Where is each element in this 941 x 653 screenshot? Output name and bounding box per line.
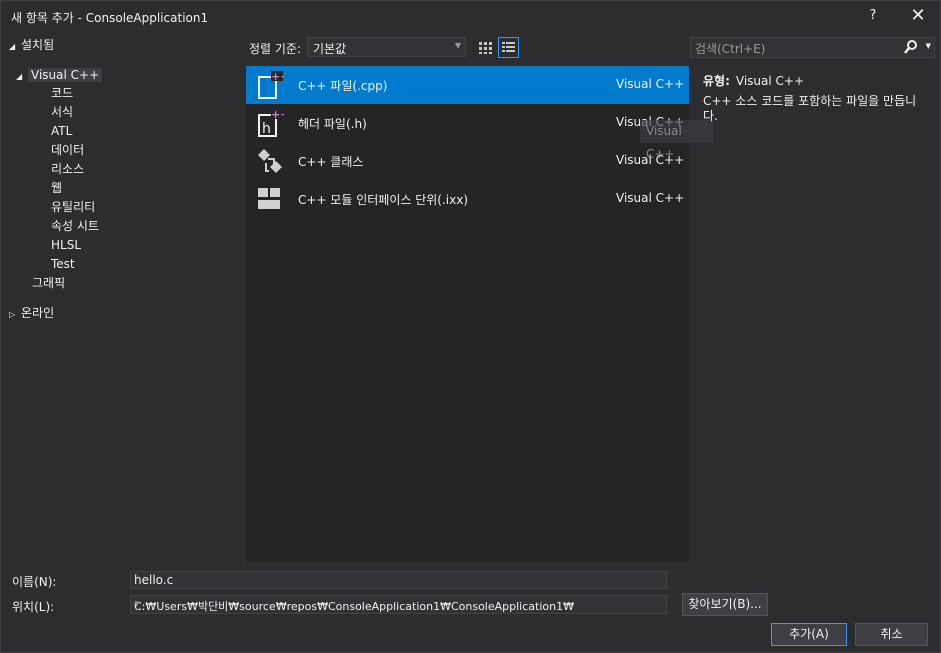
location-field[interactable]: C:₩Users₩박단비₩source₩repos₩ConsoleApplica… [130, 595, 667, 614]
tree-item-test[interactable]: Test [51, 255, 75, 274]
tree-item-code[interactable]: 코드 [51, 84, 73, 103]
tree-item-format[interactable]: 서식 [51, 103, 73, 122]
template-row-module[interactable]: C++ 모듈 인터페이스 단위(.ixx) Visual C++ [246, 180, 689, 218]
sort-dropdown[interactable]: 기본값 ▼ [307, 37, 466, 57]
window-title: 새 항목 추가 - ConsoleApplication1 [11, 11, 209, 25]
search-placeholder: 검색(Ctrl+E) [695, 42, 766, 56]
svg-text:++: ++ [271, 70, 284, 83]
tree-item-label: 온라인 [21, 306, 55, 320]
name-field[interactable]: hello.c [130, 571, 667, 589]
class-icon [256, 146, 284, 176]
tree-item-web[interactable]: 웹 [51, 179, 62, 198]
search-input[interactable]: 검색(Ctrl+E) ▼ [690, 37, 935, 58]
template-language: Visual C++ [616, 191, 685, 205]
template-row-cpp[interactable]: ++ C++ 파일(.cpp) Visual C++ [246, 66, 689, 104]
expanded-arrow-icon[interactable]: ◢ [16, 67, 28, 86]
module-icon [256, 184, 284, 214]
template-name: C++ 클래스 [298, 155, 364, 169]
search-options-arrow-icon[interactable]: ▼ [926, 42, 931, 50]
dropdown-arrow-icon: ▼ [454, 41, 461, 50]
template-name: C++ 모듈 인터페이스 단위(.ixx) [298, 193, 469, 207]
category-tree: ◢ 설치됨 ◢ Visual C++ 코드 서식 ATL 데이터 리소스 웹 유틸리… [1, 31, 245, 561]
tree-item-hlsl[interactable]: HLSL [51, 236, 81, 255]
tree-item-label: 설치됨 [21, 38, 55, 52]
tree-item-atl[interactable]: ATL [51, 122, 72, 141]
sort-value: 기본값 [313, 42, 347, 56]
template-language: Visual C++ [616, 77, 685, 91]
tree-item-graphics[interactable]: 그래픽 [32, 274, 65, 293]
list-view-icon [502, 42, 515, 52]
location-label: 위치(L): [12, 600, 55, 614]
tree-item-resource[interactable]: 리소스 [51, 160, 84, 179]
type-value: Visual C++ [735, 74, 805, 88]
expanded-arrow-icon[interactable]: ◢ [9, 37, 21, 56]
grid-view-icon [479, 42, 492, 54]
tree-item-utility[interactable]: 유틸리티 [51, 198, 95, 217]
details-pane: 유형: Visual C++ C++ 소스 코드를 포함하는 파일을 만듭니다. [690, 66, 936, 562]
svg-text:++: ++ [271, 108, 284, 121]
sort-label: 정렬 기준: [249, 42, 302, 56]
title-bar: 새 항목 추가 - ConsoleApplication1 ? ✕ [1, 1, 940, 31]
name-label: 이름(N): [12, 575, 57, 589]
template-list: ++ C++ 파일(.cpp) Visual C++ h ++ 헤더 파일(.h… [246, 66, 689, 562]
grid-view-button[interactable] [475, 37, 496, 58]
template-name: C++ 파일(.cpp) [298, 79, 388, 93]
help-button[interactable]: ? [862, 3, 884, 29]
tree-item-installed[interactable]: ◢ 설치됨 [9, 36, 54, 55]
cancel-button[interactable]: 취소 [855, 623, 928, 646]
browse-button[interactable]: 찾아보기(B)... [682, 593, 768, 616]
add-button[interactable]: 추가(A) [771, 623, 847, 646]
list-view-button[interactable] [498, 37, 519, 58]
tree-item-visual-cpp[interactable]: ◢ Visual C++ [16, 66, 103, 86]
tree-item-online[interactable]: ▷ 온라인 [9, 304, 54, 323]
type-label: 유형: [703, 74, 730, 88]
type-row: 유형: Visual C++ [703, 72, 804, 89]
search-icon[interactable] [904, 39, 918, 59]
location-dropdown-arrow-icon[interactable]: ▼ [134, 600, 662, 608]
template-description: C++ 소스 코드를 포함하는 파일을 만듭니다. [703, 94, 917, 123]
svg-text:h: h [262, 121, 271, 137]
tree-item-property-sheet[interactable]: 속성 시트 [51, 217, 99, 236]
close-button[interactable]: ✕ [905, 3, 931, 29]
header-file-icon: h ++ [256, 108, 289, 138]
template-name: 헤더 파일(.h) [298, 117, 367, 131]
collapsed-arrow-icon[interactable]: ▷ [9, 305, 21, 324]
tree-item-label: Visual C++ [28, 68, 103, 82]
template-row-header[interactable]: h ++ 헤더 파일(.h) Visual C++ [246, 104, 689, 142]
tree-item-data[interactable]: 데이터 [51, 141, 84, 160]
name-value: hello.c [134, 573, 174, 587]
cpp-file-icon: ++ [256, 70, 289, 100]
template-row-class[interactable]: C++ 클래스 Visual C++ [246, 142, 689, 180]
